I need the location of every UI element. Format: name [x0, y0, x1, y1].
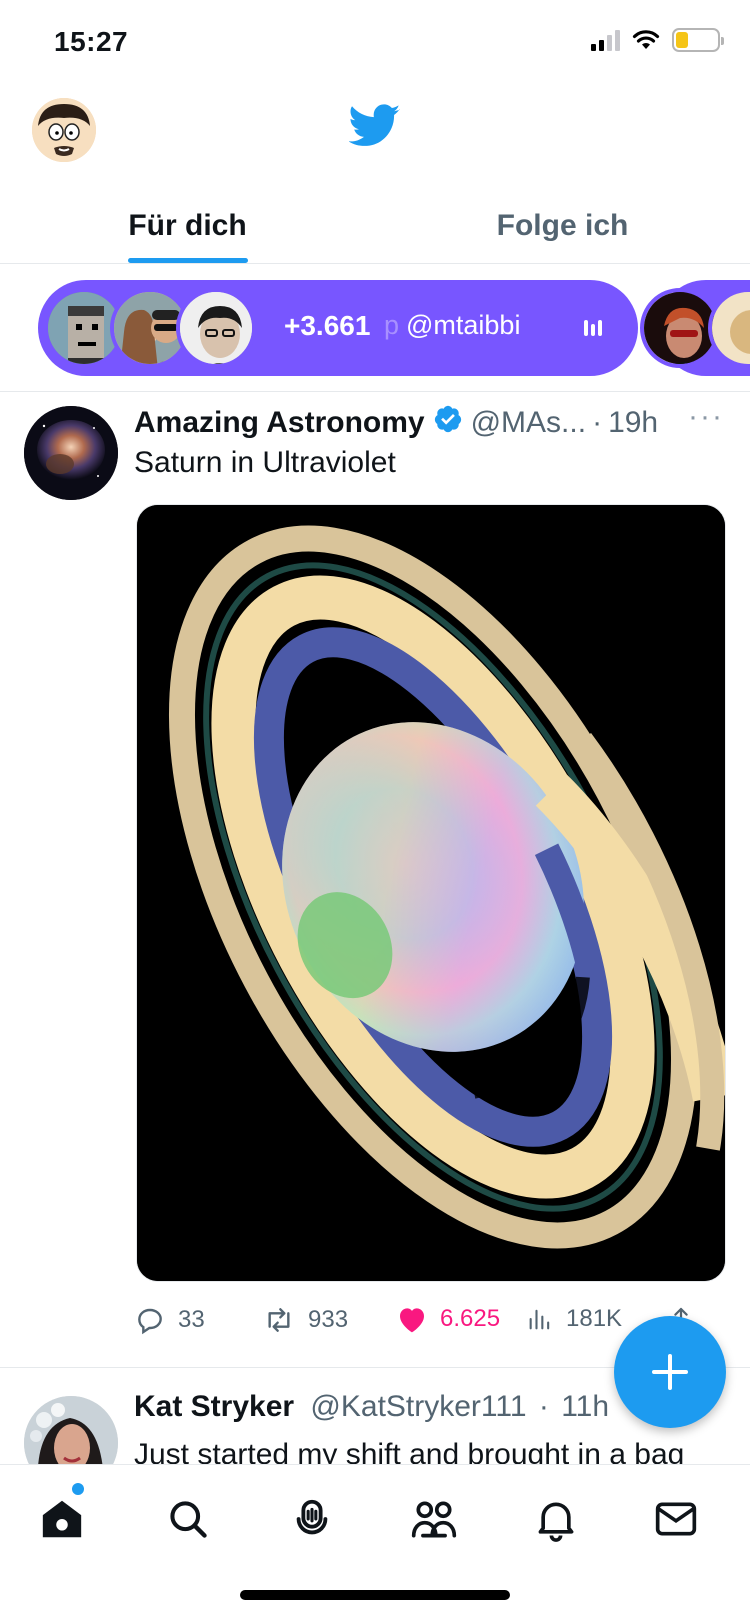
reply-button[interactable]: 33 — [134, 1304, 205, 1336]
space-listener-count: +3.661 — [284, 310, 371, 341]
tab-label: Folge ich — [496, 208, 629, 242]
spaces-row: +3.661 p @mtaibbi — [0, 266, 750, 392]
tweet-author-handle[interactable]: @MAs... — [471, 406, 586, 440]
space-listener-avatar — [708, 288, 750, 368]
reply-count: 33 — [178, 1306, 205, 1333]
tweet-text: Saturn in Ultraviolet — [134, 446, 396, 479]
retweet-count: 933 — [308, 1306, 349, 1333]
home-notification-dot — [72, 1483, 84, 1495]
tweet-image-saturn[interactable] — [136, 504, 726, 1282]
tab-label: Für dich — [128, 208, 247, 242]
nav-notifications[interactable] — [526, 1489, 586, 1549]
nav-spaces[interactable] — [282, 1489, 342, 1549]
views-button[interactable]: 181K — [526, 1304, 622, 1334]
audio-bars-icon — [584, 320, 602, 336]
tweet-author-avatar[interactable] — [24, 1396, 118, 1464]
retweet-icon — [268, 1308, 290, 1332]
profile-avatar[interactable] — [32, 98, 96, 162]
search-icon — [170, 1501, 207, 1538]
communities-icon — [411, 1501, 457, 1538]
tweet-separator: · — [538, 1390, 549, 1423]
views-count: 181K — [566, 1305, 623, 1332]
like-count: 6.625 — [440, 1305, 501, 1332]
bottom-navigation — [0, 1464, 750, 1624]
retweet-button[interactable]: 933 — [262, 1304, 348, 1336]
tweet-timestamp[interactable]: 19h — [608, 406, 658, 440]
tweet[interactable]: Amazing Astronomy @MAs... · 19h ··· Satu… — [0, 392, 750, 1368]
compose-tweet-button[interactable] — [614, 1316, 726, 1428]
bell-icon — [538, 1502, 574, 1542]
tweet-timestamp[interactable]: 11h — [561, 1390, 609, 1423]
tweet-author-name[interactable]: Kat Stryker — [134, 1390, 294, 1423]
tweet-author-handle[interactable]: @KatStryker111 — [310, 1390, 526, 1423]
wifi-icon — [632, 30, 660, 49]
top-header — [0, 90, 750, 190]
space-host-avatar — [176, 288, 256, 368]
tweet-author-name[interactable]: Amazing Astronomy — [134, 406, 425, 440]
timeline-tabs: Für dich Folge ich — [0, 188, 750, 264]
space-card[interactable]: +3.661 p @mtaibbi — [38, 280, 638, 376]
space-host-handle: @mtaibbi — [406, 310, 521, 340]
tab-fuer-dich[interactable]: Für dich — [0, 188, 375, 263]
like-button[interactable]: 6.625 — [396, 1304, 500, 1334]
nav-messages[interactable] — [646, 1489, 706, 1549]
tweet-separator: · — [592, 406, 603, 439]
signal-icon — [591, 29, 620, 51]
tweet-header: Kat Stryker @KatStryker111 · 11h — [134, 1390, 609, 1424]
heart-icon — [400, 1308, 424, 1333]
tweet-author-avatar[interactable] — [24, 406, 118, 500]
nav-communities[interactable] — [404, 1489, 464, 1549]
home-icon — [42, 1500, 82, 1538]
nav-search[interactable] — [158, 1489, 218, 1549]
nav-home[interactable] — [32, 1489, 92, 1549]
spaces-icon — [296, 1499, 328, 1535]
reply-icon — [138, 1308, 162, 1335]
tab-folge-ich[interactable]: Folge ich — [375, 188, 750, 263]
plus-icon — [652, 1354, 688, 1390]
tweet-header: Amazing Astronomy @MAs... · 19h — [134, 404, 658, 442]
more-options-icon[interactable]: ··· — [688, 400, 724, 434]
space-truncated-text: p — [384, 310, 400, 340]
home-indicator[interactable] — [240, 1590, 510, 1600]
status-time: 15:27 — [54, 26, 129, 57]
tweet-text: Just started my shift and brought in a b… — [134, 1438, 685, 1464]
verified-badge-icon — [433, 404, 463, 442]
battery-icon — [672, 28, 724, 52]
mail-icon — [655, 1502, 697, 1536]
status-bar: 15:27 — [0, 0, 750, 90]
views-icon — [529, 1309, 550, 1330]
twitter-bird-icon[interactable] — [349, 104, 401, 148]
space-card[interactable] — [640, 280, 750, 376]
active-tab-indicator — [127, 258, 248, 263]
status-icons — [591, 28, 724, 52]
